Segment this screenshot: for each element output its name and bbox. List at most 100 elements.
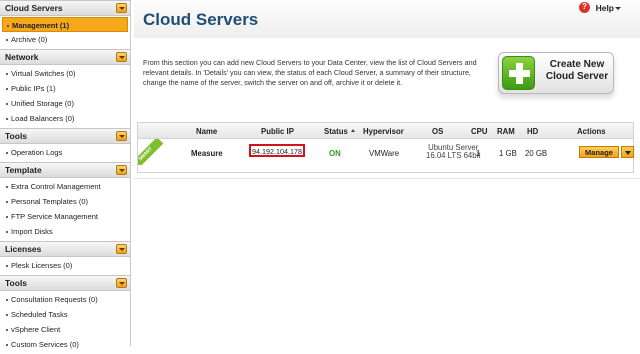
collapse-icon[interactable] [116, 278, 127, 288]
collapse-icon[interactable] [116, 52, 127, 62]
server-name[interactable]: Measure [191, 149, 223, 158]
smart-badge: SMART [138, 139, 164, 165]
column-header-status[interactable]: Status [324, 127, 355, 136]
bullet-icon [6, 39, 8, 41]
sidebar-item-ftp-service[interactable]: FTP Service Management [0, 209, 130, 224]
sidebar-item-label: Plesk Licenses (0) [11, 261, 73, 270]
sidebar-item-vsphere-client[interactable]: vSphere Client [0, 322, 130, 337]
sidebar-item-label: Archive (0) [11, 35, 48, 44]
sidebar-item-label: Virtual Switches (0) [11, 69, 76, 78]
sidebar-item-consultation-requests[interactable]: Consultation Requests (0) [0, 292, 130, 307]
status-badge: ON [329, 149, 341, 158]
smart-badge-label: SMART [138, 139, 164, 165]
section-title: Licenses [5, 244, 42, 254]
bullet-icon [6, 231, 8, 233]
main-content: Cloud Servers Help From this section you… [134, 0, 640, 350]
bullet-icon [6, 103, 8, 105]
bullet-icon [6, 329, 8, 331]
column-header-actions: Actions [577, 127, 606, 136]
table-header: Name Public IP Status Hypervisor OS CPU … [137, 122, 634, 139]
sidebar-item-plesk-licenses[interactable]: Plesk Licenses (0) [0, 258, 130, 273]
bullet-icon [6, 344, 8, 346]
section-header-tools-2[interactable]: Tools [0, 275, 130, 291]
sidebar-item-virtual-switches[interactable]: Virtual Switches (0) [0, 66, 130, 81]
sidebar-item-load-balancers[interactable]: Load Balancers (0) [0, 111, 130, 126]
column-header-ram[interactable]: RAM [497, 127, 515, 136]
column-header-name[interactable]: Name [196, 127, 217, 136]
column-header-hypervisor[interactable]: Hypervisor [363, 127, 404, 136]
sidebar-item-label: Unified Storage (0) [11, 99, 74, 108]
sidebar-item-personal-templates[interactable]: Personal Templates (0) [0, 194, 130, 209]
cpu-value: 1 [476, 149, 481, 158]
bullet-icon [6, 73, 8, 75]
sidebar-item-operation-logs[interactable]: Operation Logs [0, 145, 130, 160]
section-title: Template [5, 165, 42, 175]
bullet-icon [6, 265, 8, 267]
bullet-icon [6, 216, 8, 218]
sidebar-item-public-ips[interactable]: Public IPs (1) [0, 81, 130, 96]
sidebar-item-label: Load Balancers (0) [11, 114, 75, 123]
section-title: Tools [5, 278, 28, 288]
sidebar: Cloud Servers Management (1) Archive (0)… [0, 0, 131, 349]
section-header-network[interactable]: Network [0, 49, 130, 65]
sidebar-item-unified-storage[interactable]: Unified Storage (0) [0, 96, 130, 111]
collapse-icon[interactable] [116, 131, 127, 141]
sidebar-item-label: Public IPs (1) [11, 84, 56, 93]
sidebar-item-label: Custom Services (0) [11, 340, 79, 349]
sidebar-item-label: Scheduled Tasks [11, 310, 68, 319]
manage-button[interactable]: Manage [579, 146, 619, 158]
title-bar: Cloud Servers [134, 0, 640, 38]
public-ip: 94.192.104.178 [249, 144, 305, 157]
ram-value: 1 GB [499, 149, 517, 158]
bullet-icon [6, 152, 8, 154]
bullet-icon [6, 118, 8, 120]
sidebar-item-extra-control[interactable]: Extra Control Management [0, 179, 130, 194]
os-value: Ubuntu Server 16.04 LTS 64bit [426, 144, 480, 160]
intro-text: From this section you can add new Cloud … [143, 58, 477, 87]
actions-dropdown-icon[interactable] [621, 146, 634, 158]
divider [134, 178, 640, 179]
section-header-licenses[interactable]: Licenses [0, 241, 130, 257]
bullet-icon [6, 201, 8, 203]
sort-asc-icon [350, 129, 355, 132]
column-header-os[interactable]: OS [432, 127, 443, 136]
bullet-icon [6, 186, 8, 188]
bullet-icon [7, 25, 9, 27]
sidebar-item-label: Management (1) [12, 21, 70, 30]
sidebar-item-label: FTP Service Management [11, 212, 98, 221]
os-line: 16.04 LTS 64bit [426, 151, 481, 160]
column-header-hd[interactable]: HD [527, 127, 538, 136]
servers-table: Name Public IP Status Hypervisor OS CPU … [137, 122, 634, 173]
column-header-cpu[interactable]: CPU [471, 127, 487, 136]
section-header-template[interactable]: Template [0, 162, 130, 178]
sidebar-item-scheduled-tasks[interactable]: Scheduled Tasks [0, 307, 130, 322]
sidebar-item-label: Personal Templates (0) [11, 197, 88, 206]
plus-icon [502, 56, 535, 90]
sidebar-item-label: Operation Logs [11, 148, 63, 157]
sidebar-item-management[interactable]: Management (1) [2, 17, 128, 32]
chevron-down-icon[interactable] [615, 7, 621, 10]
collapse-icon[interactable] [116, 3, 127, 13]
collapse-icon[interactable] [116, 165, 127, 175]
sidebar-item-label: Import Disks [11, 227, 53, 236]
hd-value: 20 GB [525, 149, 548, 158]
page-title: Cloud Servers [143, 10, 259, 29]
section-title: Tools [5, 131, 28, 141]
hypervisor-value: VMWare [369, 149, 400, 158]
bullet-icon [6, 299, 8, 301]
section-header-tools[interactable]: Tools [0, 128, 130, 144]
bullet-icon [6, 314, 8, 316]
sidebar-item-label: vSphere Client [11, 325, 61, 334]
sidebar-item-archive[interactable]: Archive (0) [0, 32, 130, 47]
help-link[interactable]: Help [596, 3, 614, 13]
collapse-icon[interactable] [116, 244, 127, 254]
section-header-cloud-servers[interactable]: Cloud Servers [0, 0, 130, 16]
column-header-public-ip[interactable]: Public IP [261, 127, 294, 136]
column-header-label: Status [324, 127, 348, 136]
help-icon[interactable] [579, 2, 590, 13]
table-row[interactable]: SMART Measure 94.192.104.178 ON VMWare U… [137, 139, 634, 173]
create-new-cloud-server-button[interactable]: Create New Cloud Server [498, 52, 614, 94]
sidebar-item-label: Consultation Requests (0) [11, 295, 98, 304]
sidebar-item-import-disks[interactable]: Import Disks [0, 224, 130, 239]
section-title: Network [5, 52, 39, 62]
